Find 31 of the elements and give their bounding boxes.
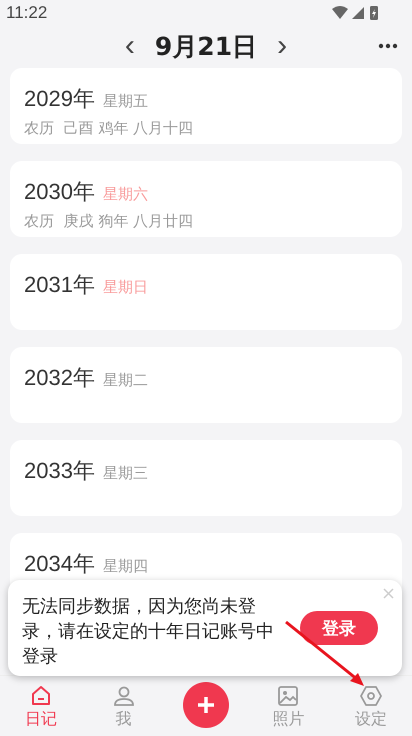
more-icon[interactable] <box>378 43 398 49</box>
entry-card[interactable]: 2031年 星期日 <box>10 254 402 330</box>
login-button[interactable]: 登录 <box>300 611 378 645</box>
entry-year: 2034年 <box>24 550 95 578</box>
entry-card[interactable]: 2029年 星期五 农历 己酉 鸡年 八月十四 <box>10 68 402 144</box>
entry-weekday: 星期五 <box>102 92 148 111</box>
entry-year: 2030年 <box>24 178 95 206</box>
image-icon <box>276 684 300 708</box>
lunar-date: 农历 庚戌 狗年 八月廿四 <box>24 212 194 231</box>
entry-weekday: 星期三 <box>102 464 148 483</box>
entry-card[interactable]: 2032年 星期二 <box>10 347 402 423</box>
entry-weekday: 星期日 <box>102 278 148 297</box>
add-button[interactable] <box>182 682 229 728</box>
entry-weekday: 星期二 <box>102 371 148 390</box>
entry-card[interactable]: 2033年 星期三 <box>10 440 402 516</box>
person-icon <box>112 684 136 708</box>
status-time: 11:22 <box>6 3 48 23</box>
entry-weekday: 星期四 <box>102 557 148 576</box>
plus-icon <box>196 695 216 715</box>
lunar-date: 农历 己酉 鸡年 八月十四 <box>24 119 194 138</box>
entry-year: 2033年 <box>24 457 95 485</box>
date-title: 9月21日 <box>154 30 258 62</box>
entry-year: 2029年 <box>24 85 95 113</box>
next-day-button[interactable]: › <box>271 31 294 61</box>
tab[interactable]: 日记 <box>11 684 72 729</box>
entry-weekday: 星期六 <box>102 185 148 204</box>
entry-year: 2031年 <box>24 271 95 299</box>
entry-year: 2032年 <box>24 364 95 392</box>
entry-card[interactable]: 2030年 星期六 农历 庚戌 狗年 八月廿四 <box>10 161 402 237</box>
previous-day-button[interactable]: ‹ <box>118 31 141 61</box>
settings-icon <box>358 684 383 708</box>
